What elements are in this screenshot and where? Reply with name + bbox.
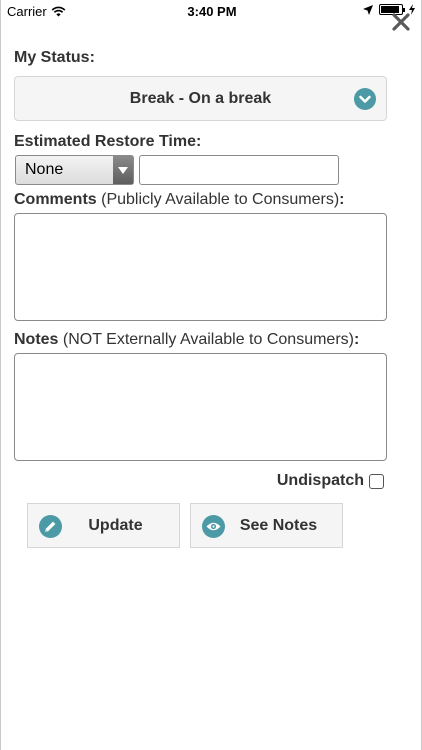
notes-textarea[interactable] [14,353,387,461]
notes-label-colon: : [353,331,360,348]
see-notes-button-label: See Notes [239,516,318,534]
status-bar: Carrier 3:40 PM [1,0,422,22]
see-notes-button[interactable]: See Notes [190,503,343,548]
comments-label-rest: (Publicly Available to Consumers) [96,191,340,208]
app-frame: Carrier 3:40 PM My Status: Break - On a … [0,0,422,750]
clock: 3:40 PM [187,4,237,19]
comments-label: Comments (Publicly Available to Consumer… [14,191,345,209]
comments-label-bold: Comments [14,191,97,208]
close-icon[interactable] [391,12,411,32]
comments-textarea[interactable] [14,213,387,321]
restore-time-input[interactable] [139,155,339,185]
undispatch-label: Undispatch [276,472,364,489]
update-button-label: Update [88,516,143,534]
location-arrow-icon [363,4,373,15]
notes-label: Notes (NOT Externally Available to Consu… [14,331,359,349]
restore-time-select-value: None [25,161,64,178]
dropdown-arrow-icon [113,156,133,184]
notes-label-bold: Notes [14,331,59,348]
status-select[interactable]: Break - On a break [14,76,387,121]
notes-label-rest: (NOT Externally Available to Consumers) [58,331,354,348]
restore-time-label: Estimated Restore Time: [14,133,202,150]
undispatch-checkbox[interactable] [369,474,384,489]
restore-time-select[interactable]: None [15,155,134,185]
my-status-label: My Status: [14,49,95,66]
status-select-value: Break - On a break [129,89,272,107]
chevron-down-icon [354,88,376,110]
update-button[interactable]: Update [27,503,180,548]
comments-label-colon: : [339,191,345,208]
